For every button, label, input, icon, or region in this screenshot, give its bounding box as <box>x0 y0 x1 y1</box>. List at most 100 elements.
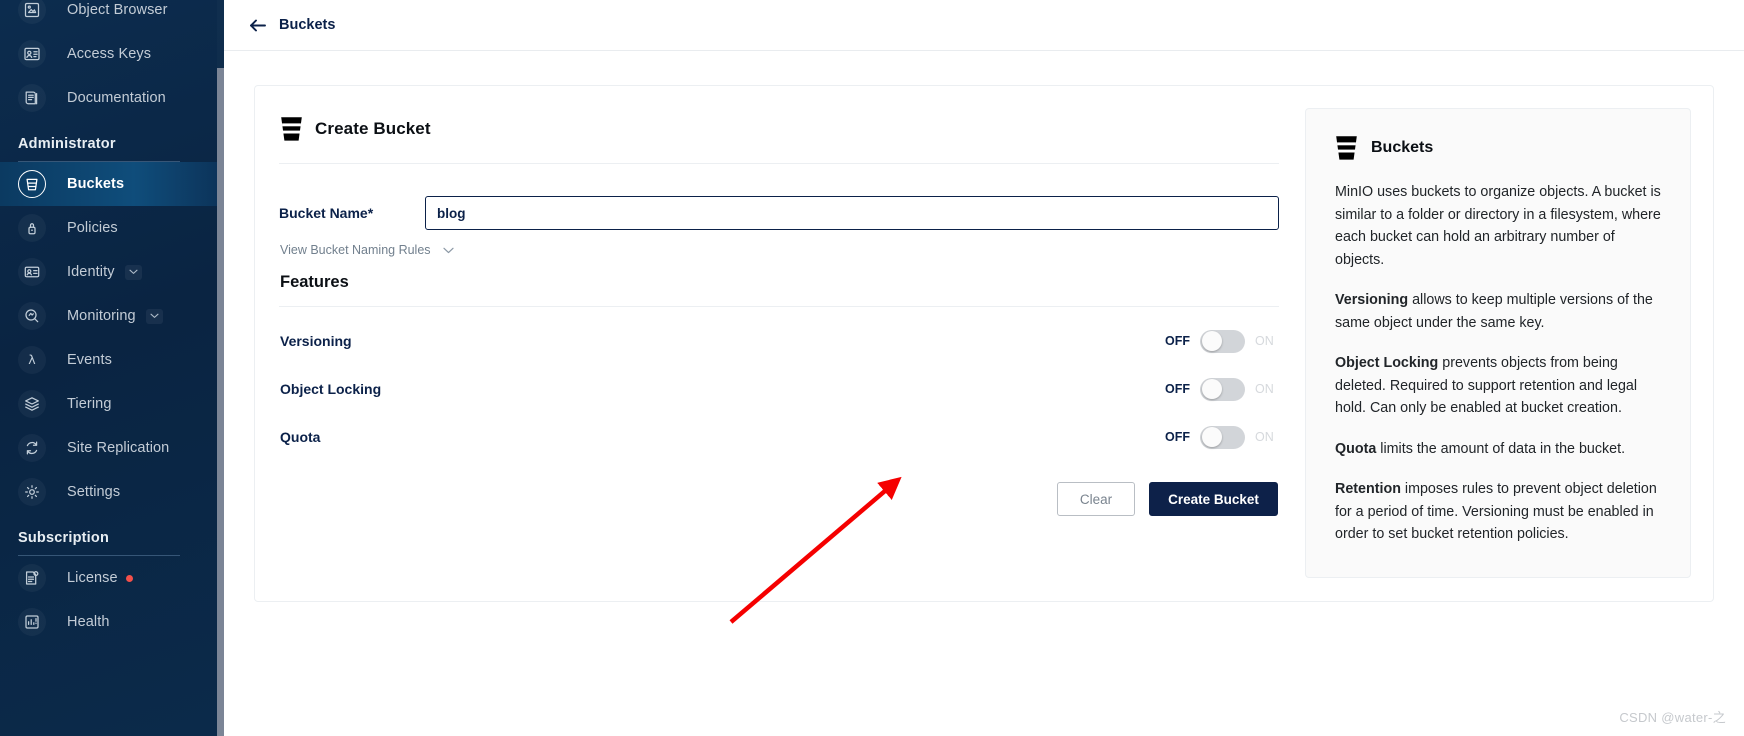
sidebar-item-label: Policies <box>67 220 118 236</box>
toggle-knob <box>1201 427 1222 447</box>
sidebar-item-label: Buckets <box>67 176 125 192</box>
toggle-label-versioning: Versioning <box>280 333 352 349</box>
sidebar-item-buckets[interactable]: Buckets <box>0 162 224 206</box>
main-area: Buckets Create Bucket Bucket Name* blog … <box>224 0 1744 736</box>
create-bucket-form: Create Bucket Bucket Name* View Bucket N… <box>255 86 1305 601</box>
bucket-icon <box>280 116 303 142</box>
sidebar-section-title: Subscription <box>18 530 110 546</box>
info-paragraph: MinIO uses buckets to organize objects. … <box>1335 184 1661 268</box>
notification-dot <box>125 574 133 582</box>
sidebar-item-events[interactable]: λ Events <box>0 338 224 382</box>
page-content: Create Bucket Bucket Name* View Bucket N… <box>224 51 1744 736</box>
toggle-row-object-locking: Object Locking OFF ON <box>279 371 1279 407</box>
toggle-label-quota: Quota <box>280 429 321 445</box>
identity-icon <box>18 258 46 286</box>
sidebar-item-access-keys[interactable]: Access Keys <box>0 32 224 76</box>
sidebar-item-label: Tiering <box>67 396 112 412</box>
features-heading: Features <box>280 273 349 291</box>
feature-toggles: Versioning OFF ON Object Locking OFF ON Quota O… <box>279 323 1279 455</box>
sidebar: Object Browser Access Keys Documentation Ad… <box>0 0 224 736</box>
sidebar-item-label: Identity <box>67 264 115 280</box>
toggle-on-label: ON <box>1255 382 1274 396</box>
chevron-down-icon[interactable] <box>145 308 163 324</box>
form-actions: Clear Create Bucket <box>279 482 1279 516</box>
info-paragraph: Versioning allows to keep multiple versi… <box>1335 292 1653 331</box>
documentation-icon <box>18 84 46 112</box>
info-term: Retention <box>1335 481 1401 497</box>
toggle-switch-versioning[interactable] <box>1200 329 1245 353</box>
bucket-icon <box>18 170 46 198</box>
health-icon <box>18 608 46 636</box>
sidebar-section-subscription: Subscription <box>0 514 224 556</box>
sidebar-item-license[interactable]: License <box>0 556 224 600</box>
info-term: Versioning <box>1335 292 1409 308</box>
sidebar-item-object-browser[interactable]: Object Browser <box>0 0 224 32</box>
naming-rules-label: View Bucket Naming Rules <box>280 243 431 257</box>
toggle-on-label: ON <box>1255 430 1274 444</box>
sidebar-item-label: Settings <box>67 484 121 500</box>
toggle-off-label: OFF <box>1165 382 1190 396</box>
sidebar-item-label: Health <box>67 614 110 630</box>
lambda-icon: λ <box>18 346 46 374</box>
sidebar-item-site-replication[interactable]: Site Replication <box>0 426 224 470</box>
page-title: Create Bucket <box>315 119 431 138</box>
license-icon <box>18 564 46 592</box>
clear-button[interactable]: Clear <box>1057 482 1135 516</box>
toggle-off-label: OFF <box>1165 430 1190 444</box>
sidebar-item-label: Access Keys <box>67 46 152 62</box>
sidebar-item-health[interactable]: Health <box>0 600 224 644</box>
info-paragraph: Retention imposes rules to prevent objec… <box>1335 481 1657 542</box>
sidebar-item-label: License <box>67 570 133 586</box>
object-browser-icon <box>18 0 46 24</box>
minio-console: Object Browser Access Keys Documentation Ad… <box>0 0 1744 736</box>
sidebar-scroll-content: Object Browser Access Keys Documentation Ad… <box>0 0 224 654</box>
sidebar-item-settings[interactable]: Settings <box>0 470 224 514</box>
access-keys-icon <box>18 40 46 68</box>
toggle-knob <box>1201 379 1222 399</box>
create-bucket-panel: Create Bucket Bucket Name* View Bucket N… <box>254 85 1714 602</box>
bucket-name-input[interactable] <box>425 196 1279 230</box>
sidebar-item-documentation[interactable]: Documentation <box>0 76 224 120</box>
sidebar-section-title: Administrator <box>18 136 116 152</box>
bucket-icon <box>1335 135 1358 161</box>
sidebar-section-administrator: Administrator <box>0 120 224 162</box>
monitoring-icon <box>18 302 46 330</box>
sidebar-item-tiering[interactable]: Tiering <box>0 382 224 426</box>
info-paragraph: Object Locking prevents objects from bei… <box>1335 355 1638 416</box>
toggle-knob <box>1201 331 1222 351</box>
info-panel-header: Buckets <box>1335 133 1662 163</box>
svg-text:λ: λ <box>28 352 36 367</box>
features-divider <box>279 306 1279 307</box>
sidebar-item-label: Site Replication <box>67 440 170 456</box>
info-panel-body: MinIO uses buckets to organize objects. … <box>1335 181 1662 546</box>
toggle-row-versioning: Versioning OFF ON <box>279 323 1279 359</box>
create-bucket-button[interactable]: Create Bucket <box>1149 482 1278 516</box>
breadcrumb[interactable]: Buckets <box>279 17 335 33</box>
sidebar-item-identity[interactable]: Identity <box>0 250 224 294</box>
lock-icon <box>18 214 46 242</box>
toggle-switch-quota[interactable] <box>1200 425 1245 449</box>
toggle-label-object-locking: Object Locking <box>280 381 382 397</box>
toggle-off-label: OFF <box>1165 334 1190 348</box>
sidebar-scrollbar-track[interactable] <box>217 0 224 736</box>
sidebar-item-label: Monitoring <box>67 308 136 324</box>
view-bucket-naming-rules-toggle[interactable]: View Bucket Naming Rules <box>279 243 454 257</box>
bucket-name-row: Bucket Name* <box>279 196 1279 230</box>
toggle-on-label: ON <box>1255 334 1274 348</box>
info-term: Quota <box>1335 440 1377 457</box>
sidebar-scrollbar-thumb[interactable] <box>217 68 224 736</box>
layers-icon <box>18 390 46 418</box>
sidebar-item-label: Object Browser <box>67 2 168 18</box>
chevron-down-icon[interactable] <box>124 264 142 280</box>
bucket-name-label: Bucket Name* <box>279 205 374 221</box>
form-header: Create Bucket <box>279 112 1279 146</box>
sidebar-item-label: Events <box>67 352 112 368</box>
sidebar-item-monitoring[interactable]: Monitoring <box>0 294 224 338</box>
toggle-switch-object-locking[interactable] <box>1200 377 1245 401</box>
sidebar-item-label: Documentation <box>67 90 166 106</box>
back-arrow-icon[interactable] <box>250 19 267 32</box>
gear-icon <box>18 478 46 506</box>
info-paragraph: Quota limits the amount of data in the b… <box>1335 440 1626 457</box>
watermark: CSDN @water-之 <box>1619 710 1726 725</box>
sidebar-item-policies[interactable]: Policies <box>0 206 224 250</box>
